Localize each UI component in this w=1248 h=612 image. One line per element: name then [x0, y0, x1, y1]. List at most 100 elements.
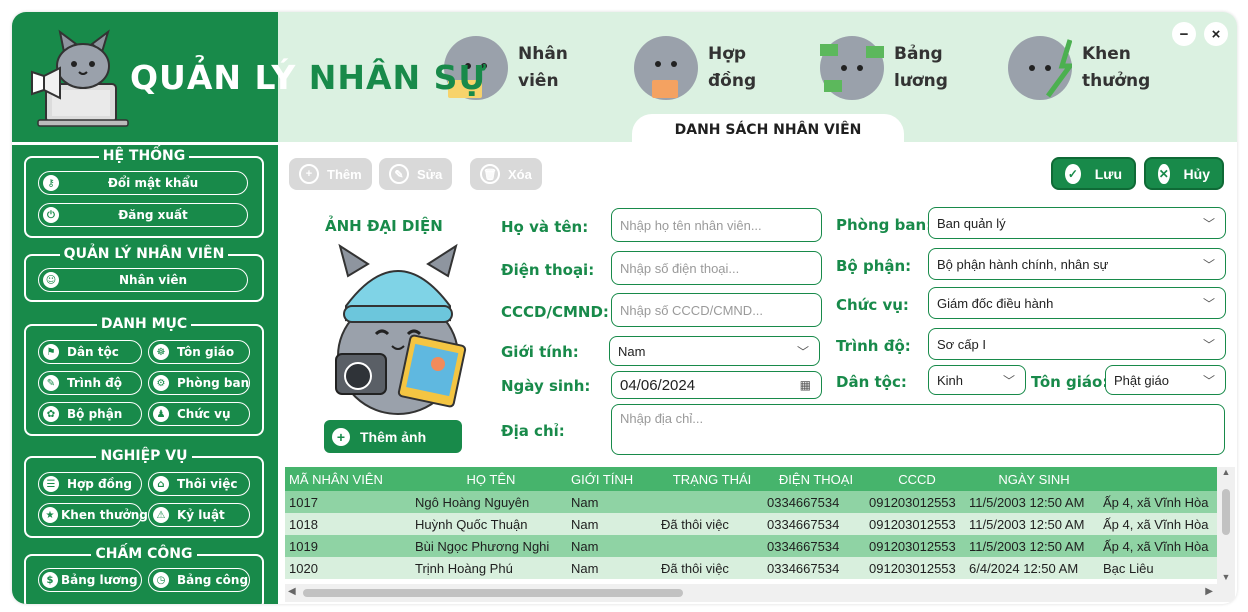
- horizontal-scrollbar[interactable]: ◀ ▶: [285, 584, 1217, 602]
- sidebar-item-phong-ban[interactable]: ⚙ Phòng ban: [148, 371, 250, 395]
- division-select[interactable]: Bộ phận hành chính, nhân sự ﹀: [928, 248, 1226, 280]
- sidebar-item-khen-thuong[interactable]: ★ Khen thưởng: [38, 503, 148, 527]
- delete-button[interactable]: 🗑 Xóa: [470, 158, 542, 190]
- cat-reward-icon: [1008, 36, 1075, 100]
- dob-label: Ngày sinh:: [501, 377, 591, 395]
- sidebar-item-dan-toc[interactable]: ⚑ Dân tộc: [38, 340, 142, 364]
- sidebar-item-chuc-vu[interactable]: ♟ Chức vụ: [148, 402, 250, 426]
- vertical-scrollbar[interactable]: ▲ ▼: [1217, 467, 1235, 602]
- scroll-thumb[interactable]: [1222, 489, 1230, 535]
- nav-hop-dong[interactable]: Hợp đồng: [634, 36, 756, 100]
- logout-button[interactable]: ⏻ Đăng xuất: [38, 203, 248, 227]
- cat-contract-icon: [634, 36, 698, 100]
- sidebar-item-bo-phan[interactable]: ✿ Bộ phận: [38, 402, 142, 426]
- salary-icon: $: [42, 572, 58, 588]
- app-window: HỆ THỐNG ⚷ Đổi mật khẩu ⏻ Đăng xuất QUẢN L…: [12, 12, 1237, 604]
- religion-label: Tôn giáo:: [1031, 373, 1109, 391]
- plus-icon: +: [332, 427, 350, 446]
- scroll-left-icon[interactable]: ◀: [288, 586, 296, 597]
- column-header[interactable]: ĐIỆN THOẠI: [763, 472, 865, 487]
- name-field[interactable]: Nhập họ tên nhân viên...: [611, 208, 822, 242]
- add-image-button[interactable]: + Thêm ảnh: [324, 420, 462, 453]
- table-row[interactable]: 1019 Bùi Ngọc Phương Nghi Nam 0334667534 091…: [285, 535, 1217, 557]
- table-row[interactable]: 1018 Huỳnh Quốc Thuận Nam Đã thôi việc 03346…: [285, 513, 1217, 535]
- column-header[interactable]: HỌ TÊN: [411, 472, 567, 487]
- contract-icon: ☰: [43, 476, 59, 492]
- department-label: Phòng ban:: [836, 216, 933, 234]
- sidebar-item-thoi-viec[interactable]: ⌂ Thôi việc: [148, 472, 250, 496]
- address-label: Địa chỉ:: [501, 422, 565, 440]
- division-icon: ✿: [43, 406, 59, 422]
- avatar-title: ẢNH ĐẠI DIỆN: [325, 217, 443, 235]
- table-row[interactable]: 1020 Trịnh Hoàng Phú Nam Đã thôi việc 033466…: [285, 557, 1217, 579]
- nav-khen-thuong[interactable]: Khen thưởng: [1008, 36, 1150, 100]
- calendar-icon[interactable]: ▦: [800, 378, 811, 392]
- timesheet-icon: ◷: [153, 572, 169, 588]
- education-icon: ✎: [43, 375, 59, 391]
- sidebar-item-nhan-vien[interactable]: ☺ Nhân viên: [38, 268, 248, 292]
- check-icon: ✓: [1065, 163, 1081, 184]
- chevron-down-icon: ﹀: [1202, 257, 1215, 272]
- position-icon: ♟: [153, 406, 169, 422]
- column-header[interactable]: GIỚI TÍNH: [567, 472, 657, 487]
- table-header: MÃ NHÂN VIÊN HỌ TÊN GIỚI TÍNH TRẠNG THÁI…: [285, 467, 1217, 491]
- ethnicity-select[interactable]: Kinh ﹀: [928, 365, 1026, 395]
- group-cham-cong: CHẤM CÔNG $ Bảng lương ◷ Bảng công: [24, 546, 264, 604]
- scroll-down-icon[interactable]: ▼: [1217, 572, 1235, 582]
- chevron-down-icon: ﹀: [1202, 373, 1215, 388]
- user-icon: ☺: [43, 272, 59, 288]
- column-header[interactable]: MÃ NHÂN VIÊN: [285, 472, 411, 487]
- religion-select[interactable]: Phật giáo ﹀: [1105, 365, 1226, 395]
- plus-icon: +: [299, 164, 319, 184]
- group-title: DANH MỤC: [96, 316, 192, 332]
- change-password-button[interactable]: ⚷ Đổi mật khẩu: [38, 171, 248, 195]
- discipline-icon: ⚠: [153, 507, 169, 523]
- award-icon: ★: [42, 507, 58, 523]
- sidebar-item-trinh-do[interactable]: ✎ Trình độ: [38, 371, 142, 395]
- column-header[interactable]: CCCD: [865, 472, 965, 487]
- cat-camera-avatar-icon: [335, 243, 467, 415]
- save-button[interactable]: ✓ Lưu: [1051, 157, 1136, 190]
- phone-field[interactable]: Nhập số điện thoại...: [611, 251, 822, 285]
- close-button[interactable]: ×: [1204, 22, 1228, 46]
- cancel-button[interactable]: ✕ Hủy: [1144, 157, 1224, 190]
- gender-label: Giới tính:: [501, 343, 579, 361]
- group-title: NGHIỆP VỤ: [96, 448, 192, 464]
- column-header[interactable]: TRẠNG THÁI: [657, 472, 763, 487]
- sidebar-item-ton-giao[interactable]: ☸ Tôn giáo: [148, 340, 250, 364]
- sidebar-item-bang-luong[interactable]: $ Bảng lương: [38, 568, 142, 592]
- app-title: QUẢN LÝ NHÂN SỰ: [130, 58, 488, 97]
- edit-button[interactable]: ✎ Sửa: [379, 158, 453, 190]
- sidebar-item-ky-luat[interactable]: ⚠ Kỷ luật: [148, 503, 250, 527]
- scroll-thumb[interactable]: [303, 589, 683, 597]
- position-select[interactable]: Giám đốc điều hành ﹀: [928, 287, 1226, 319]
- position-label: Chức vụ:: [836, 296, 909, 314]
- scroll-right-icon[interactable]: ▶: [1205, 586, 1213, 597]
- tab-danh-sach-nhan-vien[interactable]: DANH SÁCH NHÂN VIÊN: [632, 114, 904, 154]
- add-button[interactable]: + Thêm: [289, 158, 372, 190]
- department-icon: ⚙: [153, 375, 169, 391]
- chevron-down-icon: ﹀: [1202, 296, 1215, 311]
- chevron-down-icon: ﹀: [796, 344, 809, 359]
- minimize-button[interactable]: −: [1172, 22, 1196, 46]
- sidebar-item-bang-cong[interactable]: ◷ Bảng công: [148, 568, 250, 592]
- education-label: Trình độ:: [836, 337, 911, 355]
- gender-select[interactable]: Nam ﹀: [609, 336, 820, 366]
- group-quan-ly: QUẢN LÝ NHÂN VIÊN ☺ Nhân viên: [24, 246, 264, 302]
- scroll-up-icon[interactable]: ▲: [1217, 467, 1235, 477]
- dob-field[interactable]: 04/06/2024 ▦: [611, 371, 822, 399]
- logout-icon: ⏻: [43, 207, 59, 223]
- table-row[interactable]: 1017 Ngô Hoàng Nguyên Nam 0334667534 0912030…: [285, 491, 1217, 513]
- nav-bang-luong[interactable]: Bảng lương: [820, 36, 948, 100]
- resign-icon: ⌂: [153, 476, 169, 492]
- chevron-down-icon: ﹀: [1202, 337, 1215, 352]
- sidebar-item-hop-dong[interactable]: ☰ Hợp đồng: [38, 472, 142, 496]
- avatar: [318, 236, 478, 418]
- x-icon: ✕: [1158, 163, 1170, 184]
- education-select[interactable]: Sơ cấp I ﹀: [928, 328, 1226, 360]
- group-danh-muc: DANH MỤC ⚑ Dân tộc ☸ Tôn giáo ✎ Trình độ ⚙ P…: [24, 316, 264, 436]
- department-select[interactable]: Ban quản lý ﹀: [928, 207, 1226, 239]
- address-field[interactable]: Nhập địa chỉ...: [611, 404, 1225, 455]
- column-header[interactable]: NGÀY SINH: [965, 472, 1099, 487]
- id-field[interactable]: Nhập số CCCD/CMND...: [611, 293, 822, 327]
